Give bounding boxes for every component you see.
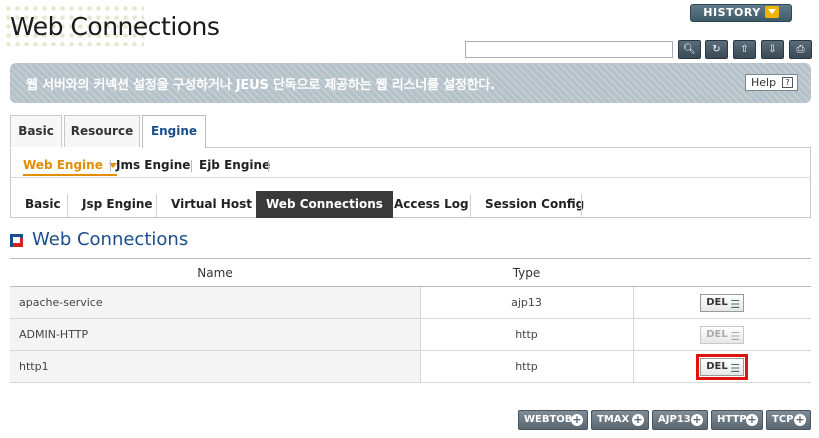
- delete-button: DEL ☰: [700, 325, 745, 344]
- separator: [156, 194, 157, 218]
- tab-resource[interactable]: Resource: [64, 115, 140, 147]
- add-tcp-button[interactable]: TCP +: [766, 410, 811, 430]
- connections-table: Name Type apache-service ajp13 DEL ☰ ADMI…: [10, 258, 811, 383]
- separator: [470, 194, 471, 218]
- connection-name[interactable]: ADMIN-HTTP: [10, 318, 421, 351]
- add-tmax-label: TMAX: [597, 414, 630, 425]
- column-header-actions: [633, 258, 811, 287]
- plus-icon: +: [571, 413, 583, 426]
- tab-session-config[interactable]: Session Config: [485, 197, 584, 211]
- description-text: 웹 서버와의 커넥션 설정을 구성하거나 JEUS 단독으로 제공하는 웹 리스…: [26, 78, 495, 93]
- add-http-label: HTTP: [717, 414, 747, 425]
- action-cell: DEL ☰: [633, 350, 811, 383]
- connection-type: ajp13: [420, 286, 634, 319]
- delete-label: DEL: [706, 328, 728, 340]
- subtab-ejb-engine[interactable]: Ejb Engine: [199, 158, 270, 172]
- delete-label: DEL: [706, 296, 728, 308]
- plus-icon: +: [632, 413, 644, 426]
- database-icon: ☰: [730, 361, 741, 375]
- refresh-icon[interactable]: ↻: [705, 40, 728, 59]
- tab-web-basic[interactable]: Basic: [25, 197, 61, 211]
- connection-name[interactable]: apache-service: [10, 286, 421, 319]
- connection-type: http: [420, 350, 634, 383]
- column-header-name: Name: [10, 258, 420, 287]
- print-icon[interactable]: ⎙: [789, 40, 812, 59]
- connection-name[interactable]: http1: [10, 350, 421, 383]
- tab-web-connections[interactable]: Web Connections: [256, 191, 393, 218]
- tab-access-log[interactable]: Access Log: [394, 197, 469, 211]
- search-input[interactable]: [465, 41, 673, 58]
- plus-icon: +: [691, 413, 703, 426]
- add-webtob-button[interactable]: WEBTOB +: [518, 410, 588, 430]
- table-row: apache-service ajp13 DEL ☰: [10, 286, 811, 319]
- add-tcp-label: TCP: [772, 414, 794, 425]
- action-cell: DEL ☰: [633, 286, 811, 319]
- description-banner: 웹 서버와의 커넥션 설정을 구성하거나 JEUS 단독으로 제공하는 웹 리스…: [10, 63, 811, 103]
- delete-button[interactable]: DEL ☰: [696, 353, 749, 380]
- table-row: ADMIN-HTTP http DEL ☰: [10, 318, 811, 351]
- add-ajp13-label: AJP13: [658, 414, 691, 425]
- separator: [268, 160, 269, 172]
- section-icon: [10, 234, 23, 247]
- add-ajp13-button[interactable]: AJP13 +: [652, 410, 708, 430]
- separator: [581, 194, 582, 218]
- section-title: Web Connections: [32, 229, 189, 250]
- subtab-web-engine-label: Web Engine: [23, 158, 103, 172]
- database-icon: ☰: [730, 329, 741, 343]
- delete-label: DEL: [706, 360, 728, 372]
- question-icon: ?: [782, 77, 793, 88]
- separator: [67, 194, 68, 218]
- tab-virtual-host[interactable]: Virtual Host: [171, 197, 252, 211]
- page-title: Web Connections: [10, 12, 220, 41]
- tab-engine[interactable]: Engine: [142, 115, 206, 148]
- database-icon: ☰: [730, 297, 741, 311]
- tab-jsp-engine[interactable]: Jsp Engine: [82, 197, 153, 211]
- xml-export-icon[interactable]: ⇧: [733, 40, 756, 59]
- history-button[interactable]: HISTORY: [690, 4, 792, 22]
- chevron-down-icon: [764, 6, 779, 18]
- history-label: HISTORY: [703, 6, 761, 19]
- separator: [110, 160, 111, 172]
- table-row: http1 http DEL ☰: [10, 350, 811, 383]
- action-cell: DEL ☰: [633, 318, 811, 351]
- table-header-row: Name Type: [10, 258, 811, 287]
- column-header-type: Type: [420, 258, 633, 287]
- xml-import-icon[interactable]: ⇩: [761, 40, 784, 59]
- help-label: Help: [751, 76, 777, 89]
- search-icon[interactable]: 🔍︎: [678, 40, 701, 59]
- add-http-button[interactable]: HTTP +: [711, 410, 763, 430]
- subtab-web-engine[interactable]: Web Engine: [23, 158, 117, 176]
- plus-icon: +: [746, 413, 758, 426]
- tab-basic[interactable]: Basic: [10, 115, 62, 147]
- add-tmax-button[interactable]: TMAX +: [591, 410, 649, 430]
- add-webtob-label: WEBTOB: [524, 414, 573, 425]
- connection-type: http: [420, 318, 634, 351]
- subtab-jms-engine[interactable]: Jms Engine: [116, 158, 190, 172]
- delete-button[interactable]: DEL ☰: [700, 293, 745, 312]
- help-button[interactable]: Help ?: [745, 74, 798, 91]
- plus-icon: +: [794, 413, 806, 426]
- separator: [191, 160, 192, 172]
